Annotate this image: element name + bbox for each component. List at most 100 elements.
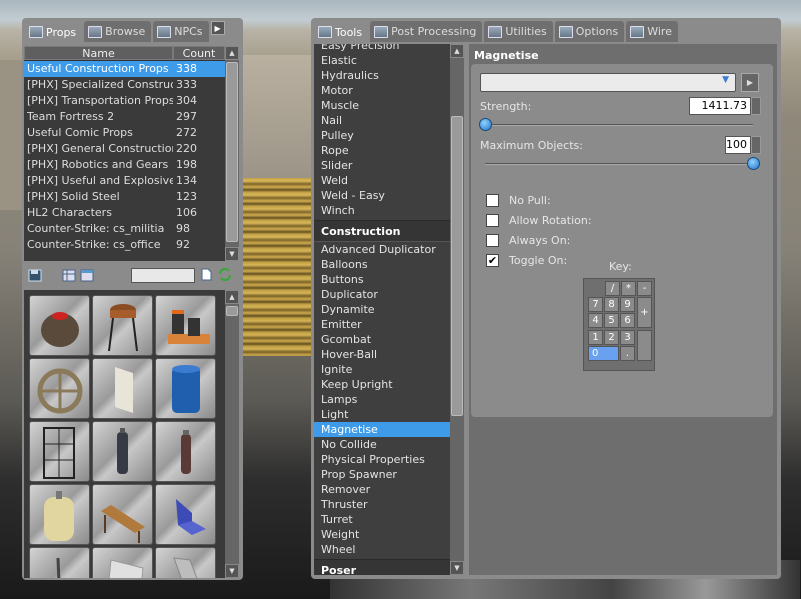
- tool-item[interactable]: Nail: [314, 113, 464, 128]
- tool-item[interactable]: Rope: [314, 143, 464, 158]
- tab-wire[interactable]: Wire: [626, 21, 678, 42]
- key-7[interactable]: 7: [588, 297, 603, 312]
- tool-item[interactable]: Prop Spawner: [314, 467, 464, 482]
- refresh-icon[interactable]: [218, 268, 232, 281]
- max-objects-value-input[interactable]: 100: [725, 136, 751, 154]
- checkbox-2[interactable]: [486, 234, 499, 247]
- tool-item[interactable]: Keep Upright: [314, 377, 464, 392]
- tool-item[interactable]: Emitter: [314, 317, 464, 332]
- tool-item[interactable]: Wheel: [314, 542, 464, 557]
- table-row[interactable]: Useful Comic Props 272: [24, 125, 225, 141]
- strength-value-input[interactable]: 1411.73: [689, 97, 751, 115]
- scroll-up-button[interactable]: ▲: [450, 44, 464, 58]
- key-divide[interactable]: /: [605, 281, 620, 296]
- key-enter[interactable]: [637, 330, 652, 361]
- tab-npcs[interactable]: NPCs: [153, 21, 209, 42]
- key-3[interactable]: 3: [620, 330, 635, 345]
- tool-item[interactable]: Light: [314, 407, 464, 422]
- grid-view-icon[interactable]: [62, 269, 76, 282]
- category-poser[interactable]: Poser: [314, 559, 464, 575]
- prop-thumbnail-explosive-barrel[interactable]: [29, 295, 90, 356]
- key-4[interactable]: 4: [588, 313, 603, 328]
- column-count[interactable]: Count: [173, 46, 225, 60]
- table-row[interactable]: [PHX] Transportation Props 304: [24, 93, 225, 109]
- table-row[interactable]: [PHX] General Construction ...220: [24, 141, 225, 157]
- key-2[interactable]: 2: [604, 330, 619, 345]
- key-9[interactable]: 9: [620, 297, 635, 312]
- scroll-thumb[interactable]: [226, 306, 238, 316]
- table-row[interactable]: Useful Construction Props 338: [24, 61, 225, 77]
- key-6[interactable]: 6: [620, 313, 635, 328]
- table-row[interactable]: [PHX] Solid Steel 123: [24, 189, 225, 205]
- tool-list-scrollbar[interactable]: ▲ ▼: [450, 44, 464, 575]
- new-page-icon[interactable]: [199, 268, 213, 281]
- prop-thumbnail-sheet[interactable]: [92, 547, 153, 578]
- tool-item[interactable]: Advanced Duplicator: [314, 242, 464, 257]
- prop-thumbnail-fence-grate[interactable]: [29, 421, 90, 482]
- tool-item[interactable]: Motor: [314, 83, 464, 98]
- tool-item[interactable]: Thruster: [314, 497, 464, 512]
- max-objects-slider-track[interactable]: [485, 163, 753, 165]
- list-view-icon[interactable]: [80, 269, 94, 282]
- tool-item[interactable]: Balloons: [314, 257, 464, 272]
- table-row[interactable]: Counter-Strike: cs_office 92: [24, 237, 225, 253]
- tool-item[interactable]: Lamps: [314, 392, 464, 407]
- save-icon[interactable]: [28, 269, 42, 282]
- table-row[interactable]: [PHX] Robotics and Gears 198: [24, 157, 225, 173]
- tab-utilities[interactable]: Utilities: [484, 21, 553, 42]
- tool-item[interactable]: Easy Precision: [314, 44, 464, 53]
- prop-thumbnail-water-tower[interactable]: [92, 295, 153, 356]
- tool-item[interactable]: Winch: [314, 203, 464, 218]
- key-add[interactable]: +: [637, 297, 652, 328]
- tool-item[interactable]: Elastic: [314, 53, 464, 68]
- strength-spinner[interactable]: [751, 97, 761, 115]
- max-objects-slider-knob[interactable]: [747, 157, 760, 170]
- table-row[interactable]: [PHX] Useful and Explosive ...134: [24, 173, 225, 189]
- prop-thumbnail-gas-canister[interactable]: [92, 421, 153, 482]
- tool-item[interactable]: Buttons: [314, 272, 464, 287]
- tool-item[interactable]: Ignite: [314, 362, 464, 377]
- tab-tools[interactable]: Tools: [314, 21, 369, 43]
- key-8[interactable]: 8: [604, 297, 619, 312]
- prop-thumbnail-barrels-pallet[interactable]: [155, 295, 216, 356]
- scroll-down-button[interactable]: ▼: [225, 564, 239, 578]
- tool-item[interactable]: Gcombat: [314, 332, 464, 347]
- tool-item[interactable]: Magnetise: [314, 422, 464, 437]
- tool-item[interactable]: Physical Properties: [314, 452, 464, 467]
- tool-item[interactable]: Dynamite: [314, 302, 464, 317]
- props-search-input[interactable]: [131, 268, 195, 283]
- max-objects-spinner[interactable]: [751, 136, 761, 154]
- prop-thumbnail-pole[interactable]: [29, 547, 90, 578]
- strength-slider-track[interactable]: [485, 124, 753, 126]
- prop-thumbnail-blue-barrel[interactable]: [155, 358, 216, 419]
- key-multiply[interactable]: *: [621, 281, 636, 296]
- prop-thumbnail-wheel[interactable]: [29, 358, 90, 419]
- prop-thumbnail-panel[interactable]: [92, 358, 153, 419]
- tool-item[interactable]: Weld - Easy: [314, 188, 464, 203]
- tool-item[interactable]: Muscle: [314, 98, 464, 113]
- tool-item[interactable]: Duplicator: [314, 287, 464, 302]
- tool-item[interactable]: Pulley: [314, 128, 464, 143]
- scroll-up-button[interactable]: ▲: [225, 46, 239, 60]
- checkbox-1[interactable]: [486, 214, 499, 227]
- key-5[interactable]: 5: [604, 313, 619, 328]
- key-1[interactable]: 1: [588, 330, 603, 345]
- table-row[interactable]: HL2 Characters 106: [24, 205, 225, 221]
- tab-options[interactable]: Options: [554, 21, 625, 42]
- prop-thumbnail-plank[interactable]: [155, 547, 216, 578]
- table-row[interactable]: Team Fortress 2 297: [24, 109, 225, 125]
- scroll-down-button[interactable]: ▼: [450, 561, 464, 575]
- category-construction[interactable]: Construction: [314, 220, 464, 242]
- preset-dropdown[interactable]: ▼: [480, 73, 736, 92]
- tool-item[interactable]: Hover-Ball: [314, 347, 464, 362]
- table-row[interactable]: Counter-Strike: cs_militia 98: [24, 221, 225, 237]
- tool-item[interactable]: Turret: [314, 512, 464, 527]
- checkbox-0[interactable]: [486, 194, 499, 207]
- key-subtract[interactable]: -: [637, 281, 652, 296]
- key-0[interactable]: 0: [588, 346, 619, 361]
- props-grid-scrollbar[interactable]: ▲ ▼: [225, 290, 239, 578]
- tab-post-processing[interactable]: Post Processing: [370, 21, 483, 42]
- tool-item[interactable]: Slider: [314, 158, 464, 173]
- tab-scroll-right-button[interactable]: ▶: [210, 21, 225, 35]
- tool-item[interactable]: No Collide: [314, 437, 464, 452]
